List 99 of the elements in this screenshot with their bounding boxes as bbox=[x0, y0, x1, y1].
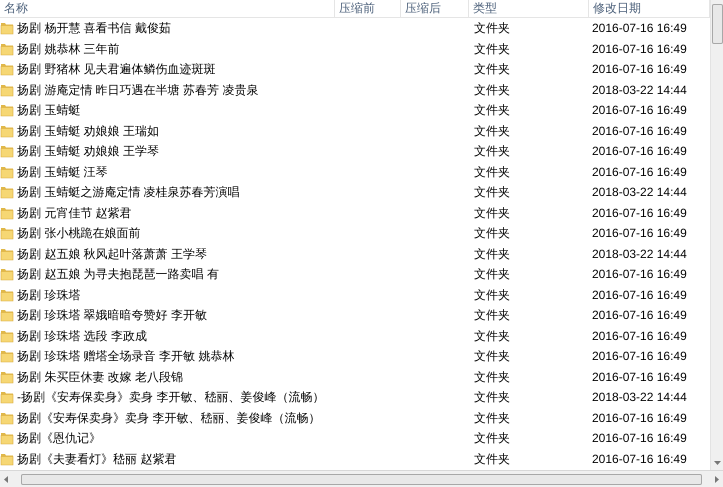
folder-icon bbox=[0, 21, 14, 36]
modified-date: 2016-07-16 16:49 bbox=[592, 267, 687, 282]
file-type: 文件夹 bbox=[474, 431, 510, 446]
file-type: 文件夹 bbox=[474, 144, 510, 158]
modified-date: 2016-07-16 16:49 bbox=[592, 370, 687, 384]
folder-icon bbox=[0, 288, 14, 302]
scroll-right-icon[interactable] bbox=[714, 474, 720, 484]
folder-icon bbox=[0, 226, 14, 240]
file-name[interactable]: 扬剧 元宵佳节 赵紫君 bbox=[17, 204, 132, 222]
file-name[interactable]: 扬剧 玉蜻蜓之游庵定情 凌桂泉苏春芳演唱 bbox=[17, 183, 240, 202]
folder-icon bbox=[0, 390, 14, 404]
file-name[interactable]: 扬剧 玉蜻蜓 汪琴 bbox=[17, 162, 108, 181]
modified-date: 2016-07-16 16:49 bbox=[592, 164, 687, 179]
folder-icon bbox=[0, 62, 14, 76]
modified-date: 2016-07-16 16:49 bbox=[592, 124, 687, 138]
folder-icon bbox=[0, 185, 14, 200]
modified-date: 2016-07-16 16:49 bbox=[592, 349, 687, 364]
scroll-down-icon[interactable] bbox=[712, 460, 722, 466]
file-type: 文件夹 bbox=[474, 164, 510, 179]
file-name[interactable]: 扬剧《夫妻看灯》嵇丽 赵紫君 bbox=[17, 450, 176, 468]
file-type: 文件夹 bbox=[474, 124, 510, 138]
modified-date: 2016-07-16 16:49 bbox=[592, 42, 687, 56]
folder-icon bbox=[0, 82, 14, 97]
file-type: 文件夹 bbox=[474, 328, 510, 343]
modified-date: 2018-03-22 14:44 bbox=[592, 82, 687, 97]
file-name[interactable]: 扬剧 朱买臣休妻 改嫁 老八段锦 bbox=[17, 368, 184, 386]
file-name[interactable]: 扬剧 游庵定情 昨日巧遇在半塘 苏春芳 凌贵泉 bbox=[17, 80, 258, 99]
folder-icon bbox=[0, 328, 14, 343]
file-name[interactable]: -扬剧《安寿保卖身》卖身 李开敏、嵇丽、姜俊峰（流畅） bbox=[17, 388, 324, 406]
modified-date: 2016-07-16 16:49 bbox=[592, 226, 687, 240]
file-name[interactable]: 扬剧 杨开慧 喜看书信 戴俊茹 bbox=[17, 19, 172, 38]
file-type: 文件夹 bbox=[474, 82, 510, 97]
file-name[interactable]: 扬剧 玉蜻蜓 劝娘娘 王学琴 bbox=[17, 142, 160, 160]
file-type: 文件夹 bbox=[474, 103, 510, 118]
modified-date: 2016-07-16 16:49 bbox=[592, 21, 687, 36]
file-type: 文件夹 bbox=[474, 390, 510, 404]
column-header[interactable]: 名称 bbox=[0, 0, 335, 17]
file-name[interactable]: 扬剧 姚恭林 三年前 bbox=[17, 40, 120, 58]
file-type: 文件夹 bbox=[474, 246, 510, 261]
file-type: 文件夹 bbox=[474, 21, 510, 36]
folder-icon bbox=[0, 267, 14, 282]
file-name[interactable]: 扬剧 珍珠塔 翠娥暗暗夸赞好 李开敏 bbox=[17, 306, 208, 324]
folder-icon bbox=[0, 206, 14, 220]
file-type: 文件夹 bbox=[474, 370, 510, 384]
file-type: 文件夹 bbox=[474, 308, 510, 322]
file-name[interactable]: 扬剧 珍珠塔 bbox=[17, 286, 80, 304]
file-name[interactable]: 扬剧 赵五娘 为寻夫抱琵琶一路卖唱 有 bbox=[17, 265, 220, 284]
modified-date: 2016-07-16 16:49 bbox=[592, 144, 687, 158]
file-name[interactable]: 扬剧《安寿保卖身》卖身 李开敏、嵇丽、姜俊峰（流畅） bbox=[17, 408, 320, 427]
column-header[interactable]: 压缩后 bbox=[401, 0, 469, 17]
column-header[interactable]: 类型 bbox=[469, 0, 589, 17]
file-type: 文件夹 bbox=[474, 206, 510, 220]
vertical-scrollbar[interactable] bbox=[710, 0, 723, 470]
modified-date: 2016-07-16 16:49 bbox=[592, 206, 687, 220]
file-type: 文件夹 bbox=[474, 349, 510, 364]
modified-date: 2018-03-22 14:44 bbox=[592, 390, 687, 404]
folder-icon bbox=[0, 410, 14, 425]
folder-icon bbox=[0, 164, 14, 179]
file-name[interactable]: 扬剧 玉蜻蜓 bbox=[17, 101, 80, 120]
file-name[interactable]: 扬剧《恩仇记》 bbox=[17, 429, 101, 448]
modified-date: 2016-07-16 16:49 bbox=[592, 103, 687, 118]
file-type: 文件夹 bbox=[474, 410, 510, 425]
file-type: 文件夹 bbox=[474, 288, 510, 302]
modified-date: 2016-07-16 16:49 bbox=[592, 452, 687, 466]
scrollbar-thumb[interactable] bbox=[712, 4, 723, 44]
folder-icon bbox=[0, 452, 14, 466]
scrollbar-thumb[interactable] bbox=[21, 474, 702, 484]
folder-icon bbox=[0, 124, 14, 138]
folder-icon bbox=[0, 144, 14, 158]
file-type: 文件夹 bbox=[474, 226, 510, 240]
file-name[interactable]: 扬剧 玉蜻蜓 劝娘娘 王瑞如 bbox=[17, 122, 160, 140]
scroll-left-icon[interactable] bbox=[3, 474, 9, 484]
folder-icon bbox=[0, 42, 14, 56]
file-name[interactable]: 扬剧 珍珠塔 赠塔全场录音 李开敏 姚恭林 bbox=[17, 347, 234, 366]
folder-icon bbox=[0, 349, 14, 364]
file-type: 文件夹 bbox=[474, 267, 510, 282]
modified-date: 2018-03-22 14:44 bbox=[592, 185, 687, 200]
modified-date: 2016-07-16 16:49 bbox=[592, 410, 687, 425]
folder-icon bbox=[0, 308, 14, 322]
modified-date: 2016-07-16 16:49 bbox=[592, 62, 687, 76]
folder-icon bbox=[0, 431, 14, 446]
modified-date: 2016-07-16 16:49 bbox=[592, 308, 687, 322]
file-name[interactable]: 扬剧 野猪林 见夫君遍体鳞伤血迹斑斑 bbox=[17, 60, 216, 78]
modified-date: 2016-07-16 16:49 bbox=[592, 288, 687, 302]
file-name[interactable]: 扬剧 赵五娘 秋风起叶落萧萧 王学琴 bbox=[17, 244, 208, 263]
horizontal-scrollbar[interactable] bbox=[0, 470, 723, 487]
folder-icon bbox=[0, 246, 14, 261]
modified-date: 2016-07-16 16:49 bbox=[592, 328, 687, 343]
folder-icon bbox=[0, 103, 14, 118]
column-header[interactable]: 压缩前 bbox=[335, 0, 401, 17]
file-type: 文件夹 bbox=[474, 62, 510, 76]
modified-date: 2016-07-16 16:49 bbox=[592, 431, 687, 446]
file-type: 文件夹 bbox=[474, 452, 510, 466]
file-type: 文件夹 bbox=[474, 185, 510, 200]
file-name[interactable]: 扬剧 珍珠塔 选段 李政成 bbox=[17, 326, 148, 345]
file-type: 文件夹 bbox=[474, 42, 510, 56]
file-name[interactable]: 扬剧 张小桃跪在娘面前 bbox=[17, 224, 140, 242]
modified-date: 2018-03-22 14:44 bbox=[592, 246, 687, 261]
folder-icon bbox=[0, 370, 14, 384]
